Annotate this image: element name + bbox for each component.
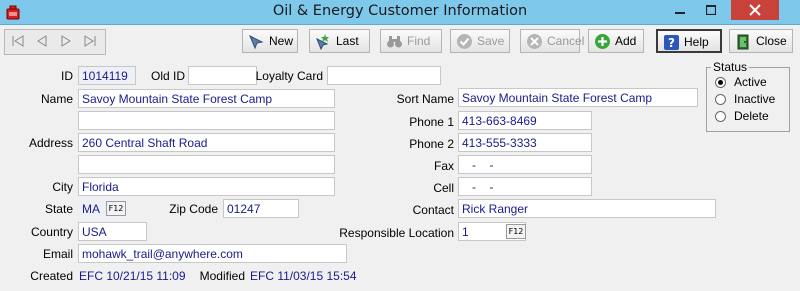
- loyalty-card-field[interactable]: [327, 66, 441, 85]
- save-button[interactable]: Save: [450, 29, 510, 53]
- phone2-label: Phone 2: [409, 137, 454, 151]
- maximize-button[interactable]: [696, 0, 726, 20]
- new-button-label: New: [269, 34, 294, 48]
- status-inactive-label[interactable]: Inactive: [734, 92, 775, 106]
- next-record-icon: [61, 35, 71, 47]
- status-delete-radio[interactable]: [715, 111, 726, 122]
- find-button[interactable]: Find: [380, 29, 442, 53]
- loyalty-card-label: Loyalty Card: [255, 69, 323, 83]
- close-button[interactable]: Close: [729, 29, 793, 53]
- address-field[interactable]: 260 Central Shaft Road: [78, 133, 335, 152]
- name-line2-field[interactable]: [78, 111, 335, 130]
- add-button[interactable]: Add: [588, 29, 644, 53]
- country-field[interactable]: USA: [78, 222, 147, 241]
- location-lookup-button[interactable]: F12: [506, 224, 526, 239]
- status-inactive-radio[interactable]: [715, 94, 726, 105]
- sort-name-field[interactable]: Savoy Mountain State Forest Camp: [458, 88, 698, 107]
- help-button[interactable]: ? Help: [656, 29, 722, 53]
- previous-record-button[interactable]: [32, 33, 52, 49]
- phone1-label: Phone 1: [409, 115, 454, 129]
- customer-form: ID 1014119 Old ID Loyalty Card Name Savo…: [0, 60, 800, 291]
- record-navigation: [4, 29, 106, 55]
- new-button[interactable]: New: [242, 29, 298, 53]
- id-label: ID: [61, 69, 73, 83]
- status-active-label[interactable]: Active: [734, 75, 767, 89]
- last-button[interactable]: Last: [309, 29, 370, 53]
- country-label: Country: [30, 225, 73, 239]
- cell-field[interactable]: - -: [458, 177, 592, 196]
- id-field: 1014119: [78, 66, 136, 85]
- close-icon: [749, 4, 761, 16]
- city-field[interactable]: Florida: [78, 177, 335, 196]
- title-bar: Oil & Energy Customer Information: [0, 0, 800, 25]
- old-id-field[interactable]: [188, 66, 257, 85]
- cancel-button-label: Cancel: [547, 34, 585, 48]
- created-label: Created: [30, 269, 73, 283]
- next-record-button[interactable]: [56, 33, 76, 49]
- contact-field[interactable]: Rick Ranger: [458, 199, 716, 218]
- email-label: Email: [42, 247, 73, 261]
- first-record-button[interactable]: [8, 33, 28, 49]
- phone1-field[interactable]: 413-663-8469: [458, 111, 592, 130]
- exit-door-icon: [737, 34, 749, 50]
- address-label: Address: [28, 136, 73, 150]
- binoculars-icon: [387, 36, 402, 48]
- svg-text:?: ?: [668, 36, 675, 50]
- phone2-field[interactable]: 413-555-3333: [458, 133, 592, 152]
- email-field[interactable]: mohawk_trail@anywhere.com: [78, 244, 347, 263]
- modified-label: Modified: [199, 269, 245, 283]
- add-icon: [595, 34, 610, 49]
- find-button-label: Find: [407, 34, 431, 48]
- fax-label: Fax: [433, 159, 454, 173]
- last-button-label: Last: [336, 34, 359, 48]
- window-close-button[interactable]: [731, 0, 779, 20]
- address-line2-field[interactable]: [78, 155, 335, 174]
- status-group: Status Active Inactive Delete: [706, 60, 790, 132]
- zip-code-label: Zip Code: [169, 202, 218, 216]
- cell-label: Cell: [433, 181, 454, 195]
- status-delete-label[interactable]: Delete: [734, 109, 769, 123]
- name-label: Name: [40, 92, 73, 106]
- responsible-location-label: Responsible Location: [339, 226, 454, 240]
- name-field[interactable]: Savoy Mountain State Forest Camp: [78, 89, 335, 108]
- toolbar: New Last Find Save Cancel Add ? Help Clo…: [0, 25, 800, 59]
- fax-field[interactable]: - -: [458, 155, 592, 174]
- cancel-icon: [527, 34, 542, 49]
- minimize-icon: [675, 12, 685, 14]
- close-button-label: Close: [756, 34, 787, 48]
- previous-record-icon: [37, 35, 47, 47]
- modified-value: EFC 11/03/15 15:54: [250, 269, 357, 283]
- save-button-label: Save: [477, 34, 505, 48]
- new-pointer-icon: [249, 34, 264, 50]
- help-icon: ?: [664, 35, 679, 50]
- checkmark-icon: [457, 34, 472, 49]
- state-lookup-button[interactable]: F12: [106, 201, 126, 216]
- minimize-button[interactable]: [664, 0, 696, 20]
- last-record-icon: [84, 35, 96, 47]
- first-record-icon: [12, 35, 24, 47]
- city-label: City: [52, 180, 73, 194]
- sort-name-label: Sort Name: [396, 92, 454, 106]
- status-active-radio[interactable]: [715, 77, 726, 88]
- old-id-label: Old ID: [150, 69, 185, 83]
- add-button-label: Add: [615, 34, 637, 48]
- contact-label: Contact: [412, 203, 454, 217]
- state-label: State: [44, 202, 73, 216]
- maximize-icon: [706, 5, 716, 15]
- zip-code-field[interactable]: 01247: [223, 199, 299, 218]
- cancel-button[interactable]: Cancel: [520, 29, 584, 53]
- status-title: Status: [711, 60, 750, 74]
- last-record-button[interactable]: [80, 33, 100, 49]
- created-value: EFC 10/21/15 11:09: [79, 269, 186, 283]
- last-pointer-icon: [316, 34, 329, 50]
- help-button-label: Help: [684, 35, 709, 49]
